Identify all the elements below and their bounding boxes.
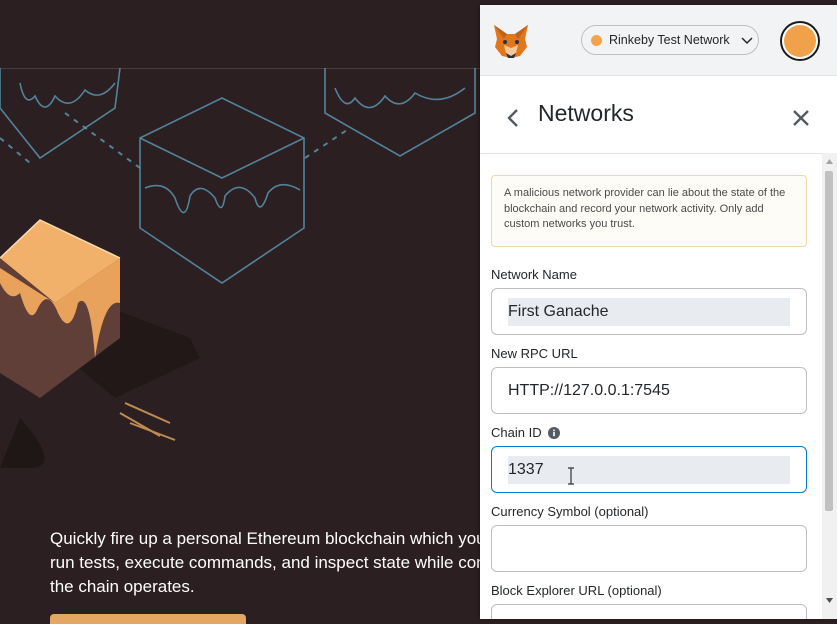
account-identicon [784,25,816,57]
network-form: A malicious network provider can lie abo… [480,153,822,619]
ganache-description-line: run tests, execute commands, and inspect… [50,553,480,572]
chain-id-field[interactable]: 1337 [491,446,807,493]
chain-id-label-row: Chain ID [491,425,560,440]
ganache-description-line: Quickly fire up a personal Ethereum bloc… [50,529,480,548]
chevron-down-icon [741,37,753,45]
rpc-url-field[interactable]: HTTP://127.0.0.1:7545 [491,367,807,414]
text-cursor-icon [568,467,574,485]
back-arrow-icon[interactable] [504,106,524,130]
metamask-popup: Rinkeby Test Network Networks A maliciou… [480,5,837,619]
network-name-value: First Ganache [508,298,790,326]
chain-id-value: 1337 [508,456,790,484]
rpc-url-label: New RPC URL [491,346,578,361]
scroll-up-arrow-icon[interactable] [825,157,834,166]
background-top-bar [0,0,480,69]
currency-symbol-label: Currency Symbol (optional) [491,504,649,519]
currency-symbol-field[interactable] [491,525,807,572]
chain-id-label: Chain ID [491,425,542,440]
scrollbar-thumb[interactable] [825,171,833,511]
ganache-description-line: the chain operates. [50,577,195,596]
ganache-quickstart-button[interactable] [50,614,246,624]
scroll-down-arrow-icon[interactable] [825,596,834,605]
network-status-dot [591,34,602,46]
ganache-illustration [0,68,476,468]
rpc-url-value: HTTP://127.0.0.1:7545 [508,382,670,399]
network-selector[interactable]: Rinkeby Test Network [581,25,759,55]
ganache-description: Quickly fire up a personal Ethereum bloc… [50,527,480,599]
page-title: Networks [538,100,634,126]
block-explorer-field[interactable] [491,604,807,619]
metamask-fox-icon[interactable] [492,23,530,59]
security-warning: A malicious network provider can lie abo… [491,175,807,247]
scrollbar[interactable] [822,153,837,619]
account-avatar[interactable] [780,21,820,61]
metamask-header: Rinkeby Test Network [480,5,837,76]
network-name-label: Network Name [491,267,577,282]
close-icon[interactable] [791,108,811,128]
network-selector-label: Rinkeby Test Network [609,33,730,47]
info-icon[interactable] [547,426,560,439]
block-explorer-label: Block Explorer URL (optional) [491,583,662,598]
networks-subheader: Networks [480,76,837,154]
network-name-field[interactable]: First Ganache [491,288,807,335]
